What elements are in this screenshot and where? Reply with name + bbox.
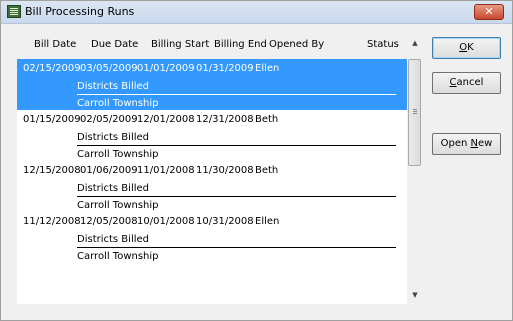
- cancel-label-rest: ancel: [456, 77, 484, 88]
- scroll-thumb[interactable]: [408, 59, 421, 166]
- billing-end-cell: 01/31/2009: [196, 63, 254, 74]
- open-new-mnemonic: N: [470, 138, 479, 149]
- billing-start-cell: 10/01/2008: [137, 216, 195, 227]
- bill-processing-runs-dialog: Bill Processing Runs ✕ Bill Date Due Dat…: [0, 0, 513, 321]
- opened-by-cell: Ellen: [255, 63, 280, 74]
- grip-line: [413, 111, 417, 112]
- cancel-mnemonic: C: [449, 77, 457, 88]
- column-header-due-date[interactable]: Due Date: [91, 39, 138, 53]
- districts-billed-label: Districts Billed: [77, 81, 150, 92]
- billing-start-cell: 12/01/2008: [137, 114, 195, 125]
- open-new-label-rest: ew: [478, 138, 493, 149]
- ok-mnemonic: O: [459, 42, 468, 53]
- row-divider: [77, 145, 396, 146]
- opened-by-cell: Ellen: [255, 216, 280, 227]
- due-date-cell: 01/06/2009: [80, 165, 138, 176]
- row-divider: [77, 196, 396, 197]
- row-divider: [77, 247, 396, 248]
- ok-button[interactable]: OK: [432, 37, 501, 59]
- ok-label-rest: K: [467, 42, 474, 53]
- close-button[interactable]: ✕: [474, 4, 504, 20]
- grip-line: [413, 113, 417, 114]
- grip-line: [413, 109, 417, 110]
- vertical-scrollbar[interactable]: ▲ ▼: [407, 35, 423, 303]
- billing-end-cell: 10/31/2008: [196, 216, 254, 227]
- cancel-button[interactable]: Cancel: [432, 72, 501, 94]
- district-name: Carroll Township: [77, 98, 159, 109]
- districts-billed-label: Districts Billed: [77, 183, 150, 194]
- districts-billed-label: Districts Billed: [77, 234, 150, 245]
- district-name: Carroll Township: [77, 200, 159, 211]
- title-bar: Bill Processing Runs ✕: [1, 1, 512, 24]
- scroll-down-icon[interactable]: ▼: [407, 287, 423, 303]
- bill-date-cell: 12/15/2008: [23, 165, 81, 176]
- due-date-cell: 02/05/2009: [80, 114, 138, 125]
- district-name: Carroll Township: [77, 251, 159, 262]
- window-title: Bill Processing Runs: [25, 5, 135, 18]
- bill-date-cell: 02/15/2009: [23, 63, 81, 74]
- open-new-button[interactable]: Open New: [432, 133, 501, 155]
- row-divider: [77, 94, 396, 95]
- column-header-billing-start[interactable]: Billing Start: [151, 39, 209, 53]
- due-date-cell: 12/05/2008: [80, 216, 138, 227]
- run-row[interactable]: 11/12/2008 12/05/2008 10/01/2008 10/31/2…: [17, 212, 407, 263]
- billing-start-cell: 01/01/2009: [137, 63, 195, 74]
- run-row[interactable]: 12/15/2008 01/06/2009 11/01/2008 11/30/2…: [17, 161, 407, 212]
- run-row[interactable]: 01/15/2009 02/05/2009 12/01/2008 12/31/2…: [17, 110, 407, 161]
- opened-by-cell: Beth: [255, 165, 279, 176]
- billing-end-cell: 12/31/2008: [196, 114, 254, 125]
- open-new-label-prefix: Open: [440, 138, 471, 149]
- district-name: Carroll Township: [77, 149, 159, 160]
- run-row[interactable]: 02/15/2009 03/05/2009 01/01/2009 01/31/2…: [17, 59, 407, 110]
- column-header-billing-end[interactable]: Billing End: [214, 39, 267, 53]
- opened-by-cell: Beth: [255, 114, 279, 125]
- column-header-opened-by[interactable]: Opened By: [269, 39, 324, 53]
- app-icon: [7, 5, 21, 18]
- column-header-bill-date[interactable]: Bill Date: [34, 39, 76, 53]
- column-header-status[interactable]: Status: [367, 39, 399, 53]
- scroll-up-icon[interactable]: ▲: [407, 35, 423, 51]
- bill-date-cell: 01/15/2009: [23, 114, 81, 125]
- bill-date-cell: 11/12/2008: [23, 216, 81, 227]
- districts-billed-label: Districts Billed: [77, 132, 150, 143]
- billing-end-cell: 11/30/2008: [196, 165, 254, 176]
- billing-start-cell: 11/01/2008: [137, 165, 195, 176]
- due-date-cell: 03/05/2009: [80, 63, 138, 74]
- runs-list[interactable]: 02/15/2009 03/05/2009 01/01/2009 01/31/2…: [17, 59, 407, 304]
